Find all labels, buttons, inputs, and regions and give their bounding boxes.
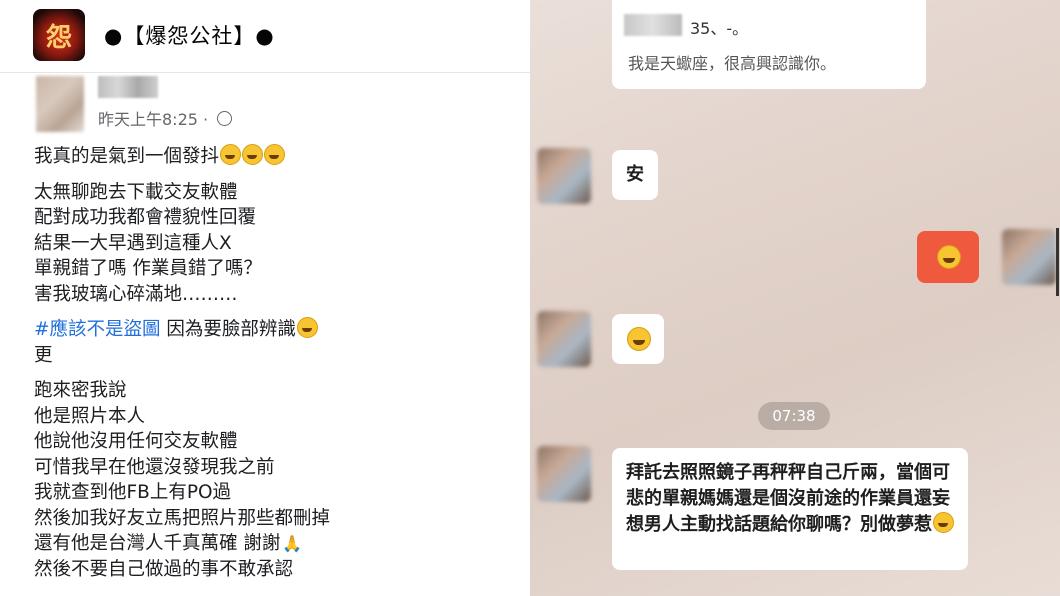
post-line: 我真的是氣到一個發抖 <box>34 144 504 170</box>
profile-line-1: 35、-。 <box>690 19 749 38</box>
post-line: 我就查到他FB上有PO過 <box>34 482 232 503</box>
post-body: 我真的是氣到一個發抖 太無聊跑去下載交友軟體 配對成功我都會禮貌性回覆 結果一大… <box>34 144 504 582</box>
post-line: 然後加我好友立馬把照片那些都刪掉 <box>34 507 331 529</box>
post-line: 跑來密我說 <box>34 380 127 401</box>
message-bubble-emoji <box>612 314 664 364</box>
post-line: 太無聊跑去下載交友軟體 <box>34 181 238 203</box>
facebook-post-panel: 怨 ●【爆怨公社】● 昨天上午8:25 · 我真的是氣到一個發抖 太無聊跑去下載… <box>0 0 530 596</box>
globe-icon <box>217 111 233 126</box>
pray-emoji-icon: 🙏 <box>282 534 303 553</box>
poster-name-blurred[interactable] <box>98 76 158 98</box>
grin-emoji-icon <box>937 245 961 269</box>
chat-panel: 35、-。 我是天蠍座，很高興認識你。 安 07:38 拜託去照照鏡子再秤秤自己… <box>530 0 1060 596</box>
blurred-name <box>624 14 682 36</box>
profile-card: 35、-。 我是天蠍座，很高興認識你。 <box>612 0 926 89</box>
post-line: 害我玻璃心碎滿地……… <box>34 283 238 305</box>
grin-emoji-icon <box>627 327 651 351</box>
post-line: 然後不要自己做過的事不敢承認 <box>34 558 294 580</box>
post-line: 還有他是台灣人千真萬確 謝謝 🙏 <box>34 533 303 554</box>
post-line: 單親錯了嗎 作業員錯了嗎？ <box>34 258 262 279</box>
hashtag-link[interactable]: #應該不是盜圖 <box>34 319 161 340</box>
sender-avatar[interactable] <box>537 148 591 204</box>
group-avatar[interactable]: 怨 <box>33 9 85 61</box>
grin-emoji-icon <box>264 144 286 165</box>
poster-avatar[interactable] <box>36 76 84 132</box>
grin-emoji-icon <box>296 317 318 338</box>
post-line: 他是照片本人 <box>34 405 146 427</box>
post-line: 配對成功我都會禮貌性回覆 <box>34 207 257 228</box>
message-bubble-an: 安 <box>612 150 658 200</box>
grin-emoji-icon <box>933 512 954 533</box>
self-avatar[interactable] <box>1002 229 1056 285</box>
post-line: 他說他沒用任何交友軟體 <box>34 431 238 452</box>
chat-timestamp: 07:38 <box>758 402 830 430</box>
post-timestamp[interactable]: 昨天上午8:25 · <box>98 110 213 129</box>
message-text: 拜託去照照鏡子再秤秤自己斤兩，當個可悲的單親媽媽還是個沒前途的作業員還妄想男人主… <box>626 462 950 535</box>
post-line: 更 <box>34 344 53 366</box>
scrollbar[interactable] <box>1056 228 1059 296</box>
profile-line-2: 我是天蠍座，很高興認識你。 <box>628 54 837 73</box>
group-header: 怨 ●【爆怨公社】● <box>0 0 530 73</box>
sender-avatar[interactable] <box>537 311 591 367</box>
sender-avatar[interactable] <box>537 446 591 502</box>
grin-emoji-icon <box>220 144 242 165</box>
post-meta: 昨天上午8:25 · <box>98 106 233 130</box>
post-line: #應該不是盜圖 因為要臉部辨識 <box>34 317 504 343</box>
post-line: 結果一大早遇到這種人X <box>34 232 232 254</box>
grin-emoji-icon <box>242 144 264 165</box>
post-line: 可惜我早在他還沒發現我之前 <box>34 456 275 478</box>
sent-message-bubble <box>917 231 979 283</box>
group-name[interactable]: ●【爆怨公社】● <box>104 20 275 50</box>
message-bubble-long: 拜託去照照鏡子再秤秤自己斤兩，當個可悲的單親媽媽還是個沒前途的作業員還妄想男人主… <box>612 448 968 570</box>
